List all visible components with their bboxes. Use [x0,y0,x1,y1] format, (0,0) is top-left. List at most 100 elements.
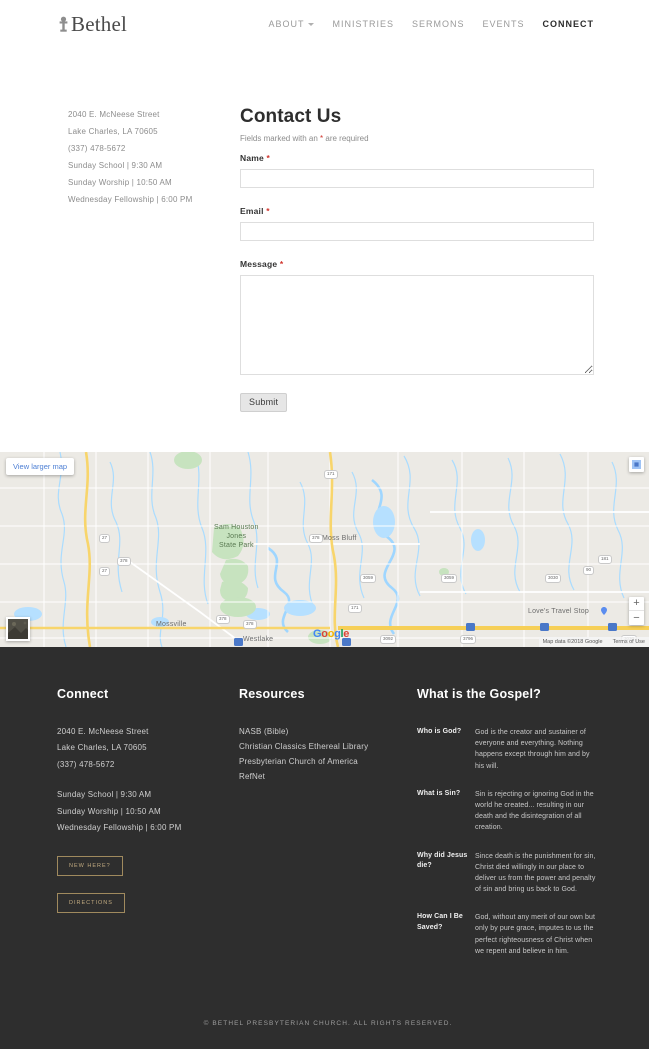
map-data-copyright: Map data ©2018 Google [542,639,603,645]
zoom-out-button[interactable]: − [629,611,644,625]
contact-form-wrapper: Contact Us Fields marked with an * are r… [238,106,594,412]
site-logo[interactable]: Bethel [58,11,128,36]
nav-label-about: ABOUT [268,19,305,29]
fullscreen-icon[interactable] [629,457,644,472]
name-label-text: Name [240,153,264,163]
footer-button-stack: New Here? Directions [57,839,239,914]
gospel-question-how-can-i-be-saved: How Can I Be Saved? [417,913,463,931]
name-required-asterisk: * [266,153,271,163]
message-textarea[interactable] [240,275,594,375]
map-pin-icon [601,607,607,615]
message-required-asterisk: * [279,259,284,269]
satellite-view-toggle[interactable] [6,617,30,641]
contact-phone: (337) 478-5672 [68,144,126,153]
site-footer: Connect 2040 E. McNeese Street Lake Char… [0,647,649,1049]
gospel-question-why-did-jesus-die: Why did Jesus die? [417,851,468,870]
nav-item-ministries[interactable]: MINISTRIES [332,19,394,29]
google-logo: Google [313,628,350,640]
page-title: Contact Us [240,106,342,127]
nav-item-events[interactable]: EVENTS [482,19,524,29]
gospel-qa-row: Why did Jesus die? Since death is the pu… [417,851,599,896]
footer-columns: Connect 2040 E. McNeese Street Lake Char… [57,687,599,974]
resource-link-refnet[interactable]: RefNet [239,772,417,781]
view-larger-map-button[interactable]: View larger map [6,458,75,475]
map-embed[interactable]: Sam Houston Jones State Park Moss Bluff We… [0,452,649,647]
submit-button[interactable]: Submit [240,393,288,412]
email-label-text: Email [240,206,264,216]
contact-info-block: 2040 E. McNeese Street Lake Charles, LA … [68,106,238,412]
contact-section: 2040 E. McNeese Street Lake Charles, LA … [0,48,649,412]
contact-sunday-worship: Sunday Worship | 10:50 AM [68,178,172,187]
map-route-shield: 3030 [545,574,562,583]
gospel-qa-row: What is Sin? Sin is rejecting or ignorin… [417,789,599,834]
zoom-in-button[interactable]: + [629,597,644,611]
footer-sunday-school: Sunday School | 9:30 AM [57,790,152,800]
footer-column-connect: Connect 2040 E. McNeese Street Lake Char… [57,687,239,974]
resource-link-nasb[interactable]: NASB (Bible) [239,727,417,736]
contact-address-line-2: Lake Charles, LA 70605 [68,127,158,136]
email-field-label: Email * [240,206,594,216]
footer-address-line-1: 2040 E. McNeese Street [57,727,149,736]
map-route-shield: 378 [117,557,131,566]
map-label-mossville: Mossville [156,621,187,628]
gospel-question-what-is-sin: What is Sin? [417,789,461,797]
required-note-prefix: Fields marked with an [240,134,321,143]
gospel-answer-who-is-god: God is the creator and sustainer of ever… [475,729,590,770]
email-input[interactable] [240,222,594,241]
gospel-answer-why-did-jesus-die: Since death is the punishment for sin, C… [475,852,596,894]
footer-heading-connect: Connect [57,687,109,701]
contact-form: Name * Email * Message * Submit [240,153,594,412]
gospel-qa-row: Who is God? God is the creator and susta… [417,727,599,772]
chevron-down-icon [308,22,315,26]
footer-sunday-worship: Sunday Worship | 10:50 AM [57,806,161,816]
resource-link-pca[interactable]: Presbyterian Church of America [239,757,417,766]
required-note-suffix: are required [323,134,369,143]
map-route-shield: 3059 [441,574,458,583]
map-route-shield: 171 [348,604,362,613]
name-input[interactable] [240,169,594,188]
main-navigation: ABOUT MINISTRIES SERMONS EVENTS CONNECT [268,19,594,29]
map-label-loves-travel-stop: Love's Travel Stop [528,608,589,615]
footer-heading-resources: Resources [239,687,305,701]
logo-text: Bethel [71,11,128,36]
map-route-shield: 3092 [380,635,397,644]
contact-address-line-1: 2040 E. McNeese Street [68,110,160,119]
resource-link-ccel[interactable]: Christian Classics Ethereal Library [239,742,417,751]
nav-label-connect: CONNECT [542,19,594,29]
nav-label-events: EVENTS [482,19,525,29]
gospel-question-who-is-god: Who is God? [417,728,462,735]
map-label-sam-houston-jones-state-park: Sam Houston Jones State Park [214,524,259,549]
cross-icon [58,16,69,32]
map-route-shield: 171 [324,470,338,479]
nav-item-connect[interactable]: CONNECT [543,19,595,29]
nav-item-sermons[interactable]: SERMONS [412,19,465,29]
directions-button[interactable]: Directions [57,893,125,914]
footer-column-gospel: What is the Gospel? Who is God? God is t… [417,687,599,974]
message-field-label: Message * [240,259,594,269]
nav-label-sermons: SERMONS [411,19,465,29]
gospel-answer-what-is-sin: Sin is rejecting or ignoring God in the … [475,790,594,832]
footer-column-resources: Resources NASB (Bible) Christian Classic… [239,687,417,974]
message-label-text: Message [240,259,278,269]
map-zoom-controls[interactable]: + − [629,597,644,625]
map-route-shield: 378 [309,534,323,543]
footer-heading-gospel: What is the Gospel? [417,687,541,701]
required-fields-note: Fields marked with an * are required [240,134,594,143]
contact-sunday-school: Sunday School | 9:30 AM [68,161,163,170]
map-canvas [0,452,649,647]
map-route-shield: 90 [583,566,595,575]
gospel-qa-row: How Can I Be Saved? God, without any mer… [417,912,599,957]
footer-address-line-2: Lake Charles, LA 70605 [57,743,147,753]
footer-wednesday-fellowship: Wednesday Fellowship | 6:00 PM [57,822,182,832]
name-field-label: Name * [240,153,594,163]
map-terms-of-use-link[interactable]: Terms of Use [613,639,645,645]
footer-phone: (337) 478-5672 [57,759,115,769]
map-route-shield: 378 [243,620,257,629]
nav-item-about[interactable]: ABOUT [268,19,315,29]
map-route-shield: 181 [598,555,612,564]
map-route-shield: 378 [216,615,230,624]
new-here-button[interactable]: New Here? [57,856,123,877]
map-route-shield: 3796 [460,635,477,644]
email-required-asterisk: * [266,206,270,216]
